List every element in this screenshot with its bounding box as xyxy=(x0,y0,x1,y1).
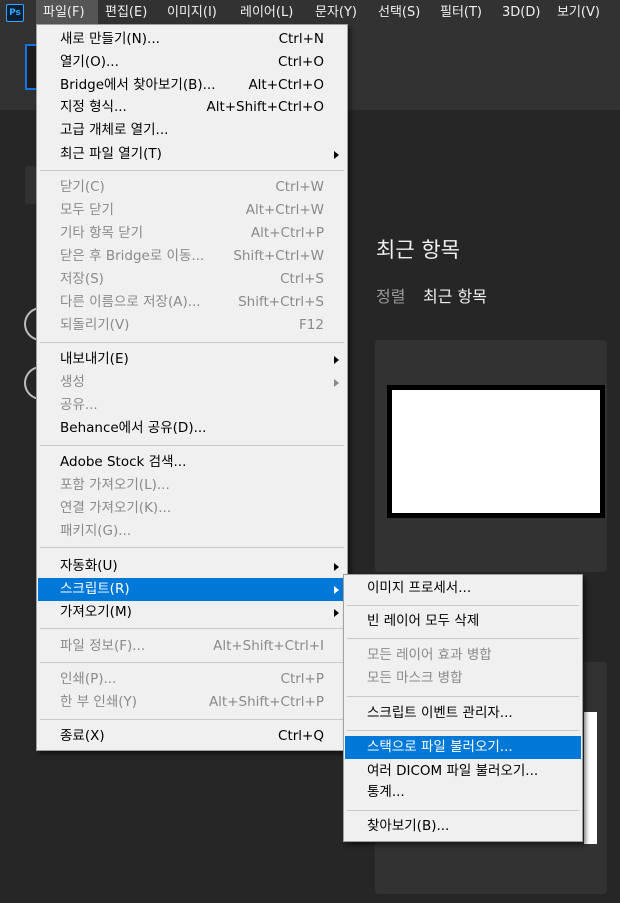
recent-file-thumbnail xyxy=(387,385,605,518)
submenu-item-load-files-into-stack[interactable]: 스택으로 파일 불러오기... xyxy=(345,736,581,759)
menu-item-file-info[interactable]: 파일 정보(F)... Alt+Shift+Ctrl+I xyxy=(38,635,346,658)
menu-item-share-behance[interactable]: Behance에서 공유(D)... xyxy=(38,417,346,440)
submenu-arrow-icon xyxy=(334,609,339,617)
menu-item-close-others[interactable]: 기타 항목 닫기 Alt+Ctrl+P xyxy=(38,222,346,245)
menu-item-scripts[interactable]: 스크립트(R) xyxy=(38,578,346,601)
menu-item-print-one-copy[interactable]: 한 부 인쇄(Y) Alt+Shift+Ctrl+P xyxy=(38,691,346,714)
menu-item-package[interactable]: 패키지(G)... xyxy=(38,520,346,543)
recent-title: 최근 항목 xyxy=(376,238,460,262)
photoshop-logo-icon: Ps xyxy=(6,4,24,22)
menu-item-open-as[interactable]: 지정 형식... Alt+Shift+Ctrl+O xyxy=(38,96,346,119)
submenu-arrow-icon xyxy=(334,586,339,594)
menu-item-place-embedded[interactable]: 포함 가져오기(L)... xyxy=(38,474,346,497)
submenu-arrow-icon xyxy=(334,563,339,571)
menu-item-print[interactable]: 인쇄(P)... Ctrl+P xyxy=(38,668,346,691)
menu-item-place-linked[interactable]: 연결 가져오기(K)... xyxy=(38,497,346,520)
menu-type[interactable]: 문자(Y) xyxy=(315,0,357,26)
menu-3d[interactable]: 3D(D) xyxy=(502,0,540,26)
menu-item-close[interactable]: 닫기(C) Ctrl+W xyxy=(38,176,346,199)
menu-item-share[interactable]: 공유... xyxy=(38,394,346,417)
menu-file[interactable]: 파일(F) xyxy=(36,0,98,26)
menu-item-adobe-stock[interactable]: Adobe Stock 검색... xyxy=(38,451,346,474)
scripts-submenu: 이미지 프로세서... 빈 레이어 모두 삭제 모든 레이어 효과 병합 모든 … xyxy=(343,574,583,842)
submenu-arrow-icon xyxy=(334,356,339,364)
submenu-arrow-icon xyxy=(334,379,339,387)
menu-separator xyxy=(40,445,344,446)
menu-edit[interactable]: 편집(E) xyxy=(105,0,147,26)
submenu-item-image-processor[interactable]: 이미지 프로세서... xyxy=(345,577,581,600)
sort-dropdown[interactable]: 최근 항목 xyxy=(423,283,487,307)
menu-item-open[interactable]: 열기(O)... Ctrl+O xyxy=(38,51,346,74)
menu-item-revert[interactable]: 되돌리기(V) F12 xyxy=(38,314,346,337)
menubar: Ps 파일(F) 편집(E) 이미지(I) 레이어(L) 문자(Y) 선택(S)… xyxy=(0,0,620,26)
submenu-item-statistics[interactable]: 통계... xyxy=(345,781,581,804)
menu-separator xyxy=(347,605,579,606)
menu-item-new[interactable]: 새로 만들기(N)... Ctrl+N xyxy=(38,28,346,51)
menu-separator xyxy=(40,342,344,343)
menu-item-exit[interactable]: 종료(X) Ctrl+Q xyxy=(38,725,346,748)
menu-item-save-as[interactable]: 다른 이름으로 저장(A)... Shift+Ctrl+S xyxy=(38,291,346,314)
menu-separator xyxy=(40,628,344,629)
submenu-item-delete-empty-layers[interactable]: 빈 레이어 모두 삭제 xyxy=(345,610,581,633)
menu-separator xyxy=(347,638,579,639)
submenu-item-flatten-layer-effects[interactable]: 모든 레이어 효과 병합 xyxy=(345,644,581,667)
menu-item-open-recent[interactable]: 최근 파일 열기(T) xyxy=(38,143,346,166)
recent-file-thumbnail xyxy=(584,712,597,844)
menu-layer[interactable]: 레이어(L) xyxy=(240,0,293,26)
menu-item-import[interactable]: 가져오기(M) xyxy=(38,601,346,624)
menu-image[interactable]: 이미지(I) xyxy=(167,0,217,26)
menu-item-export[interactable]: 내보내기(E) xyxy=(38,348,346,371)
submenu-item-script-events-manager[interactable]: 스크립트 이벤트 관리자... xyxy=(345,702,581,725)
submenu-item-load-dicom-files[interactable]: 여러 DICOM 파일 불러오기... xyxy=(345,760,581,783)
menu-view[interactable]: 보기(V) xyxy=(557,0,600,26)
menu-separator xyxy=(40,547,344,548)
menu-select[interactable]: 선택(S) xyxy=(378,0,420,26)
menu-item-generate[interactable]: 생성 xyxy=(38,371,346,394)
menu-item-automate[interactable]: 자동화(U) xyxy=(38,555,346,578)
menu-item-close-all[interactable]: 모두 닫기 Alt+Ctrl+W xyxy=(38,199,346,222)
menu-separator xyxy=(347,696,579,697)
menu-item-open-smart-object[interactable]: 고급 개체로 열기... xyxy=(38,119,346,142)
menu-filter[interactable]: 필터(T) xyxy=(440,0,482,26)
menu-separator xyxy=(347,810,579,811)
menu-separator xyxy=(347,730,579,731)
menu-separator xyxy=(40,719,344,720)
menu-item-save[interactable]: 저장(S) Ctrl+S xyxy=(38,268,346,291)
submenu-item-browse[interactable]: 찾아보기(B)... xyxy=(345,815,581,838)
submenu-arrow-icon xyxy=(334,151,339,159)
menu-separator xyxy=(40,662,344,663)
menu-item-browse-bridge[interactable]: Bridge에서 찾아보기(B)... Alt+Ctrl+O xyxy=(38,74,346,97)
submenu-item-flatten-masks[interactable]: 모든 마스크 병합 xyxy=(345,667,581,690)
sort-label: 정렬 xyxy=(376,287,406,306)
menu-separator xyxy=(40,170,344,171)
file-menu: 새로 만들기(N)... Ctrl+N 열기(O)... Ctrl+O Bridge… xyxy=(36,24,348,751)
menu-item-close-go-bridge[interactable]: 닫은 후 Bridge로 이동... Shift+Ctrl+W xyxy=(38,245,346,268)
